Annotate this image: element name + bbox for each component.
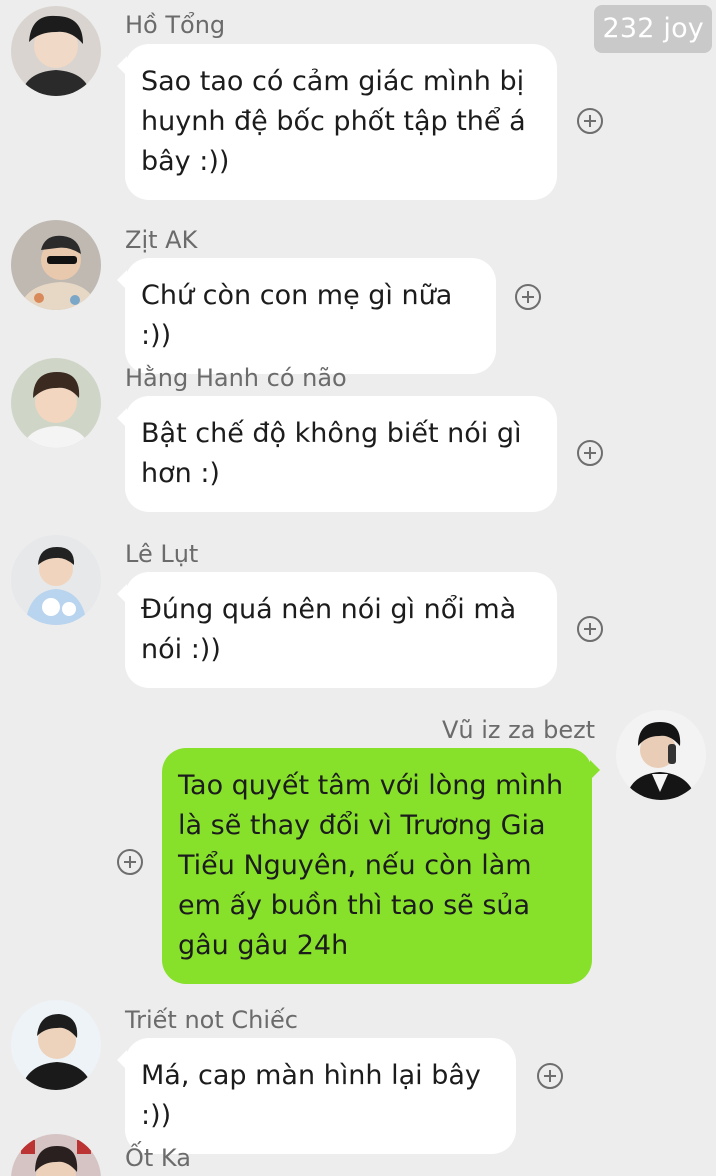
avatar[interactable] <box>11 1000 101 1090</box>
avatar[interactable] <box>616 710 706 800</box>
sender-name: Zịt AK <box>125 226 198 254</box>
sender-name: Vũ iz za bezt <box>442 716 596 744</box>
message-bubble[interactable]: Bật chế độ không biết nói gì hơn :) <box>117 396 557 512</box>
message-item: Hồ Tổng Sao tao có cảm giác mình bị huyn… <box>0 0 716 200</box>
message-bubble[interactable]: Má, cap màn hình lại bây :)) <box>117 1038 516 1154</box>
avatar[interactable] <box>11 1134 101 1176</box>
plus-circle-icon[interactable] <box>577 440 603 466</box>
sender-name: Hằng Hanh có não <box>125 364 347 392</box>
plus-circle-icon[interactable] <box>117 849 143 875</box>
sender-name: Ốt Ka <box>125 1144 191 1172</box>
avatar[interactable] <box>11 535 101 625</box>
message-bubble[interactable]: Sao tao có cảm giác mình bị huynh đệ bốc… <box>117 44 557 200</box>
avatar[interactable] <box>11 358 101 448</box>
plus-circle-icon[interactable] <box>537 1063 563 1089</box>
avatar[interactable] <box>11 220 101 310</box>
plus-circle-icon[interactable] <box>515 284 541 310</box>
chat-view: 232 joy Hồ Tổng Sao tao có cảm giác mình… <box>0 0 716 1176</box>
sender-name: Triết not Chiếc <box>125 1006 299 1034</box>
avatar[interactable] <box>11 6 101 96</box>
sender-name: Hồ Tổng <box>125 11 226 39</box>
plus-circle-icon[interactable] <box>577 616 603 642</box>
message-bubble[interactable]: Đúng quá nên nói gì nổi mà nói :)) <box>117 572 557 688</box>
message-bubble[interactable]: Chứ còn con mẹ gì nữa :)) <box>117 258 496 374</box>
message-bubble[interactable]: Tao quyết tâm với lòng mình là sẽ thay đ… <box>162 748 600 984</box>
plus-circle-icon[interactable] <box>577 108 603 134</box>
sender-name: Lê Lụt <box>125 540 199 568</box>
